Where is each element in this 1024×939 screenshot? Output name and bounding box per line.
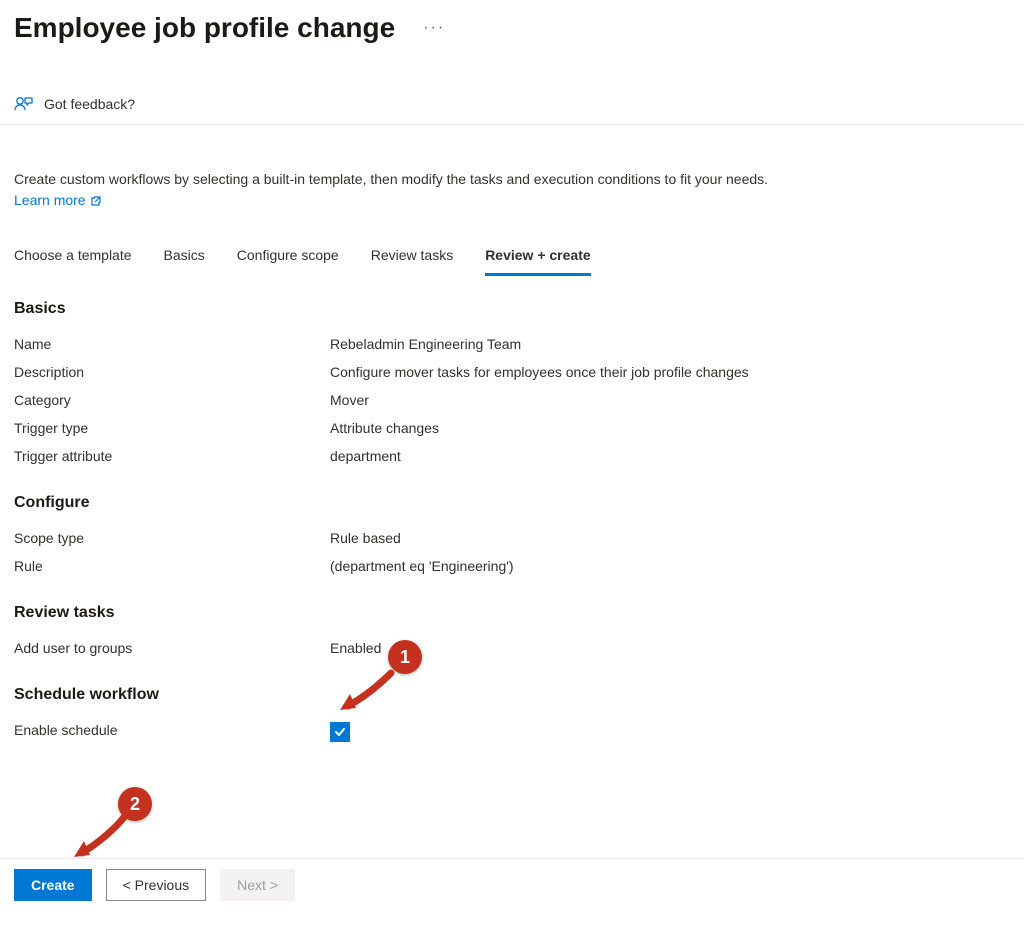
feedback-link[interactable]: Got feedback? [44,96,135,112]
annotation-arrow-2 [70,811,130,863]
feedback-icon [14,94,34,114]
annotation-callout-2: 2 [118,787,152,821]
previous-button[interactable]: < Previous [106,869,207,901]
row-trigger-attribute: Trigger attribute department [14,442,1010,470]
tab-choose-template[interactable]: Choose a template [14,239,132,276]
row-scope-type: Scope type Rule based [14,524,1010,552]
section-heading-schedule: Schedule workflow [14,686,1010,704]
section-heading-review-tasks: Review tasks [14,604,1010,622]
tab-basics[interactable]: Basics [164,239,205,276]
section-heading-configure: Configure [14,494,1010,512]
row-category: Category Mover [14,386,1010,414]
more-actions-button[interactable]: ··· [419,15,449,41]
row-rule: Rule (department eq 'Engineering') [14,552,1010,580]
row-add-user-to-groups: Add user to groups Enabled [14,634,1010,662]
intro-text: Create custom workflows by selecting a b… [14,171,768,187]
wizard-tabs: Choose a template Basics Configure scope… [0,211,1024,276]
learn-more-link[interactable]: Learn more [14,190,102,211]
tab-configure-scope[interactable]: Configure scope [237,239,339,276]
next-button: Next > [220,869,295,901]
section-heading-basics: Basics [14,300,1010,318]
create-button[interactable]: Create [14,869,92,901]
tab-review-tasks[interactable]: Review tasks [371,239,453,276]
row-enable-schedule: Enable schedule [14,716,1010,748]
row-trigger-type: Trigger type Attribute changes [14,414,1010,442]
annotation-callout-1: 1 [388,640,422,674]
row-name: Name Rebeladmin Engineering Team [14,330,1010,358]
page-title: Employee job profile change [14,12,395,44]
tab-review-create[interactable]: Review + create [485,239,590,276]
enable-schedule-checkbox[interactable] [330,722,350,742]
row-description: Description Configure mover tasks for em… [14,358,1010,386]
